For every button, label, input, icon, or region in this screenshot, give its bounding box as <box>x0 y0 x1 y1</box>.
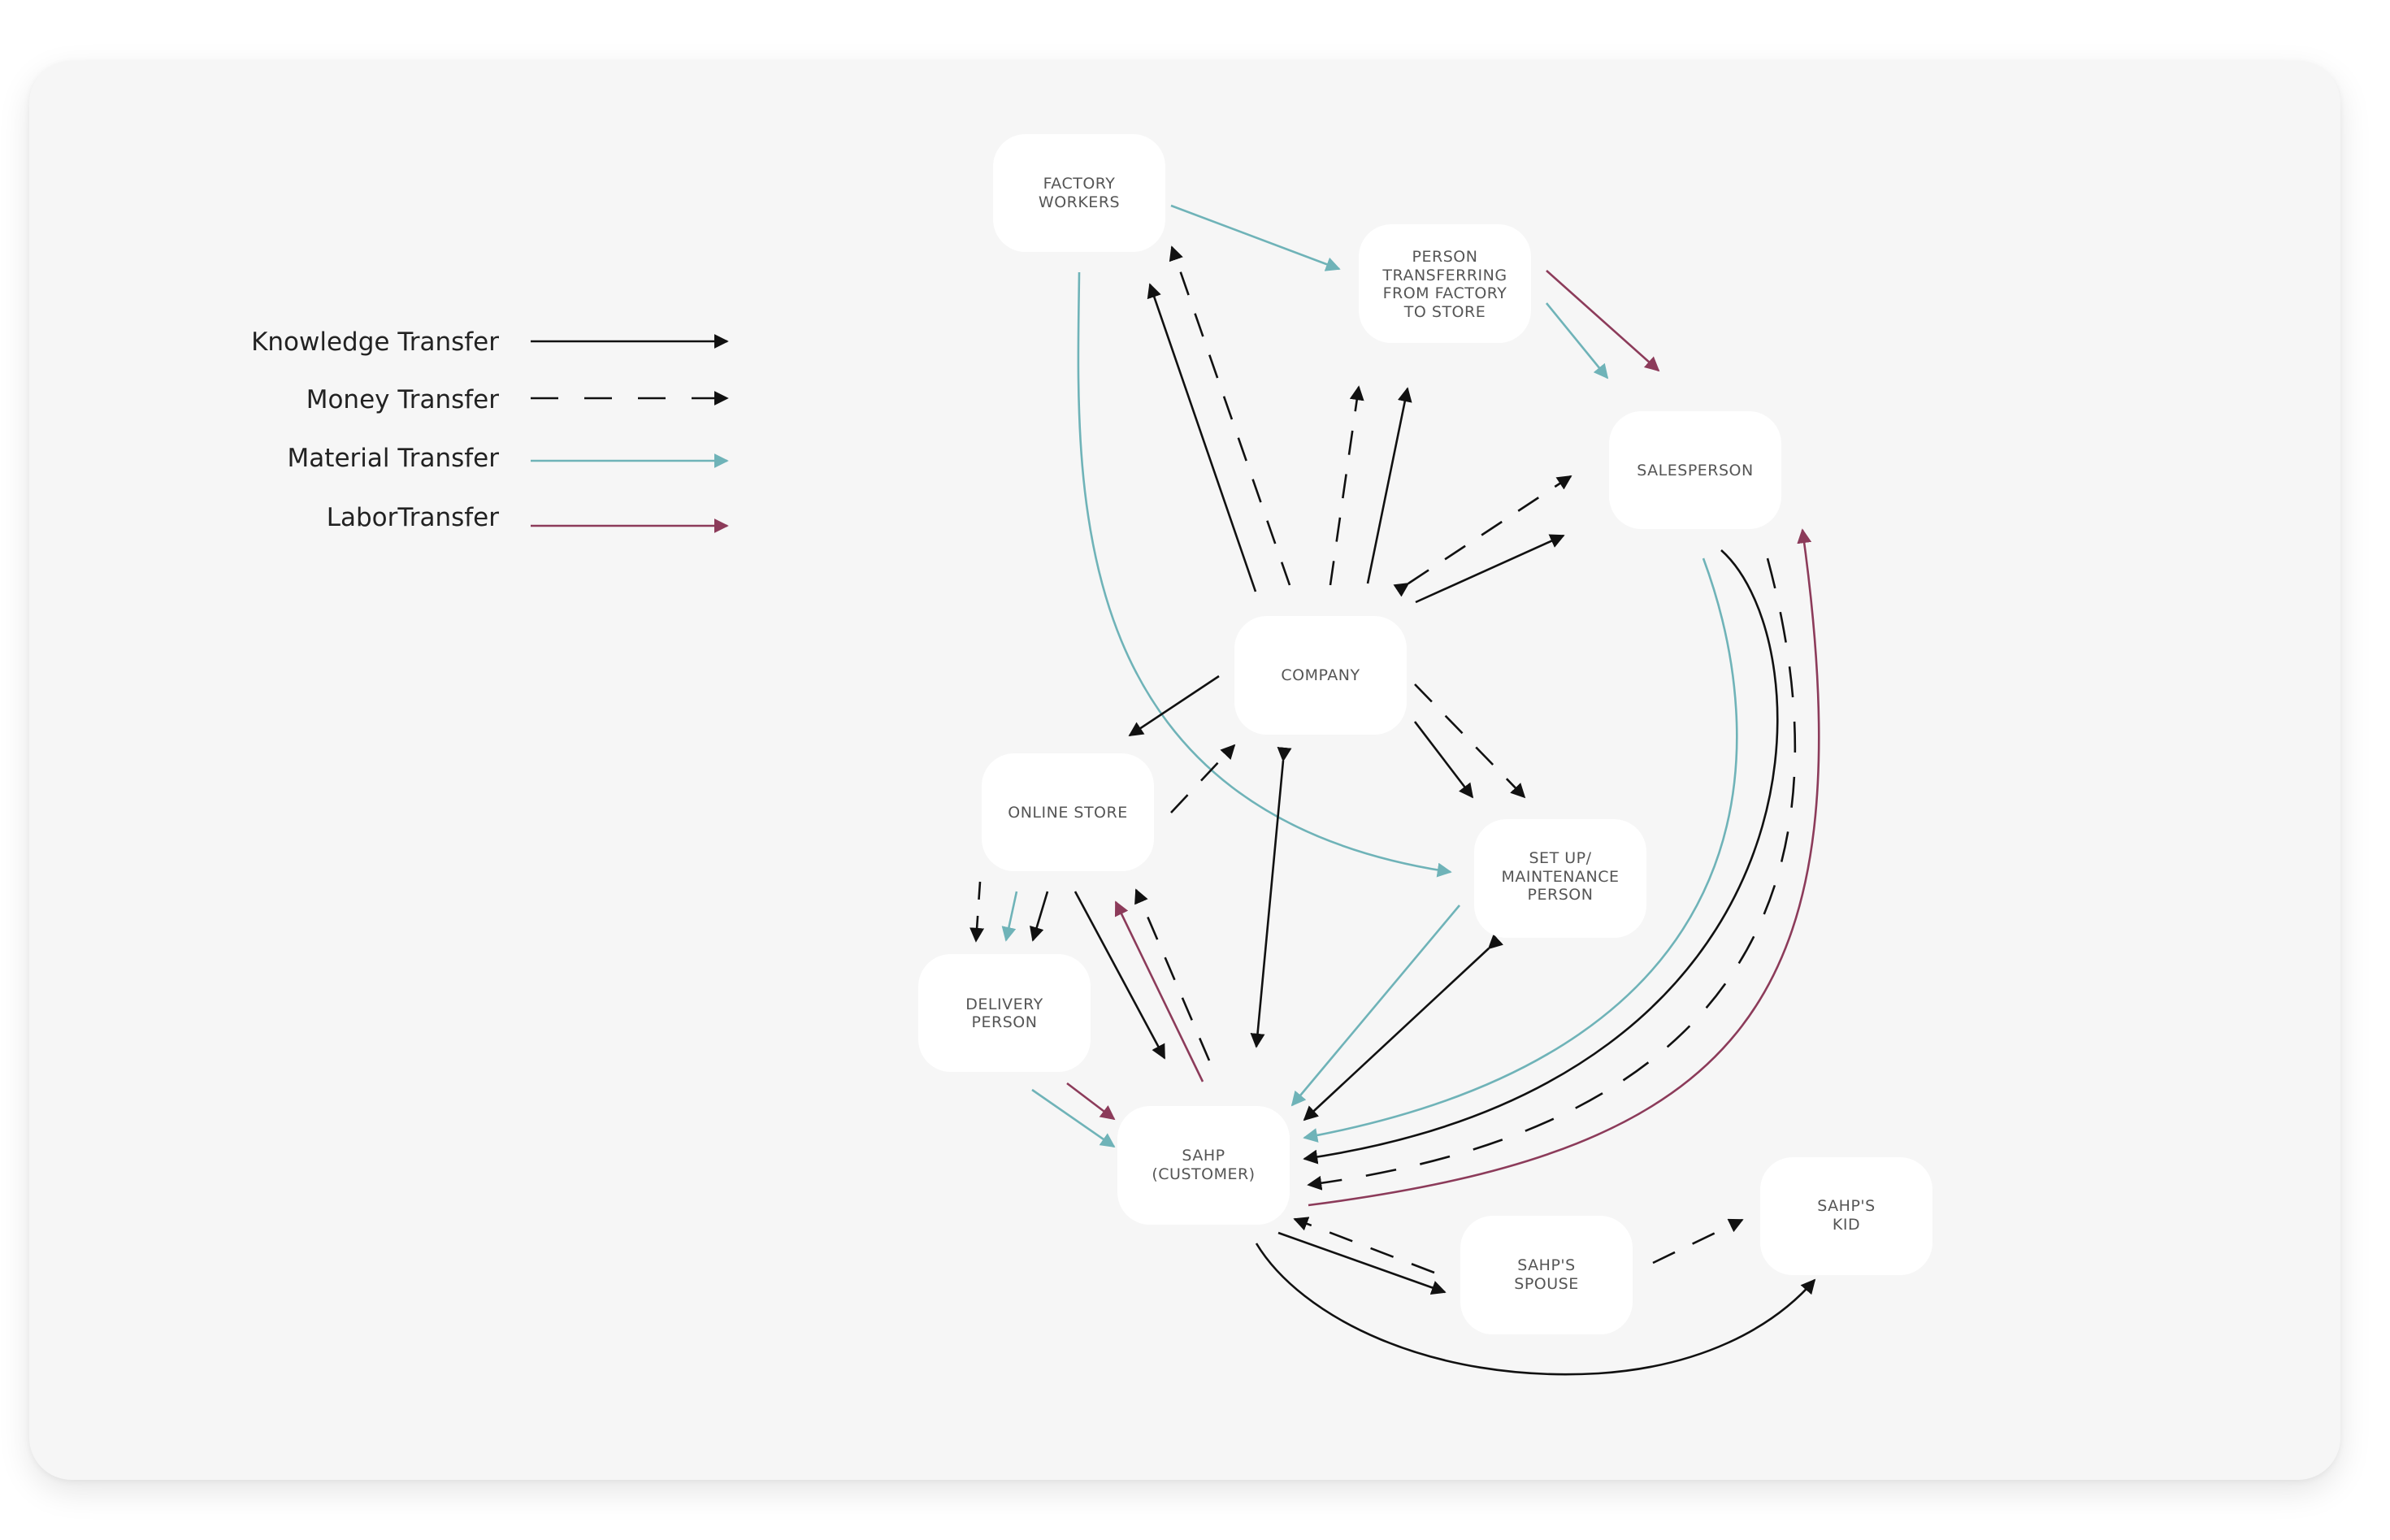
edge-sahp-to-online-money <box>1134 888 1211 1061</box>
legend-label-money: Money Transfer <box>306 385 500 414</box>
edge-salesperson-company-money <box>1393 475 1572 597</box>
node-sahps-kid: SAHP'S KID <box>1760 1157 1932 1275</box>
node-online-store: ONLINE STORE <box>982 753 1154 871</box>
legend-item-material: Material Transfer <box>288 444 729 473</box>
node-sahp-line-1: SAHP <box>1182 1147 1225 1165</box>
node-transfer-line-3: FROM FACTORY <box>1383 284 1507 302</box>
legend-label-labor: LaborTransfer <box>327 503 500 532</box>
node-salesperson: SALESPERSON <box>1609 411 1781 529</box>
node-spouse-line-1: SAHP'S <box>1517 1256 1575 1274</box>
node-sahp-customer: SAHP (CUSTOMER) <box>1117 1106 1290 1225</box>
node-setup-line-1: SET UP/ <box>1529 849 1592 867</box>
edge-company-to-transfer-knowledge <box>1366 387 1412 584</box>
legend: Knowledge Transfer Money Transfer Materi… <box>251 328 729 533</box>
legend-item-knowledge: Knowledge Transfer <box>251 328 729 357</box>
edge-online-to-delivery-knowledge <box>1030 891 1049 942</box>
node-factory-workers: FACTORY WORKERS <box>993 134 1165 252</box>
edge-company-to-setup-knowledge <box>1413 721 1474 799</box>
node-sahps-spouse: SAHP'S SPOUSE <box>1460 1216 1633 1334</box>
legend-label-material: Material Transfer <box>288 444 500 473</box>
edge-spouse-to-kid-money <box>1652 1218 1744 1265</box>
node-factory-line-2: WORKERS <box>1039 193 1120 211</box>
node-delivery-person: DELIVERY PERSON <box>918 954 1091 1072</box>
node-factory-line-1: FACTORY <box>1043 175 1116 193</box>
node-setup-maintenance: SET UP/ MAINTENANCE PERSON <box>1474 819 1646 938</box>
edge-company-to-salesperson-knowledge <box>1415 534 1565 604</box>
edge-delivery-to-sahp-material <box>1031 1088 1116 1148</box>
edge-factory-to-transfer-material <box>1170 204 1341 271</box>
edge-online-to-delivery-material <box>1001 891 1018 942</box>
edge-company-to-factory-money <box>1169 245 1291 586</box>
legend-label-knowledge: Knowledge Transfer <box>251 328 499 357</box>
legend-item-money: Money Transfer <box>306 385 729 414</box>
edge-company-to-transfer-money <box>1329 385 1364 586</box>
node-sahp-line-2: (CUSTOMER) <box>1152 1165 1255 1183</box>
edge-online-to-delivery-money <box>969 881 985 943</box>
node-setup-line-2: MAINTENANCE <box>1501 868 1619 886</box>
edge-company-to-factory-knowledge <box>1147 283 1257 592</box>
node-delivery-line-1: DELIVERY <box>965 996 1043 1013</box>
flow-diagram: Knowledge Transfer Money Transfer Materi… <box>251 134 1932 1376</box>
node-salesperson-line-1: SALESPERSON <box>1637 462 1753 479</box>
edge-online-to-company-money <box>1170 744 1236 813</box>
edge-transfer-to-salesperson-labor <box>1546 270 1660 372</box>
edge-company-to-setup-money <box>1414 683 1526 799</box>
node-setup-line-3: PERSON <box>1528 886 1594 904</box>
node-transfer-line-1: PERSON <box>1412 248 1478 266</box>
node-transfer-line-4: TO STORE <box>1403 303 1486 321</box>
node-transfer-line-2: TRANSFERRING <box>1382 267 1507 284</box>
node-kid-line-2: KID <box>1833 1216 1860 1234</box>
node-company-line-1: COMPANY <box>1281 666 1360 684</box>
node-spouse-line-2: SPOUSE <box>1514 1275 1578 1293</box>
edge-sahp-to-spouse-knowledge <box>1277 1231 1447 1295</box>
node-person-transferring: PERSON TRANSFERRING FROM FACTORY TO STOR… <box>1359 224 1531 343</box>
edge-setup-to-sahp-material <box>1290 904 1460 1107</box>
node-kid-line-1: SAHP'S <box>1817 1197 1875 1215</box>
legend-item-labor: LaborTransfer <box>327 503 729 533</box>
edge-delivery-to-sahp-labor <box>1066 1082 1116 1121</box>
edge-company-sahp-knowledge <box>1250 747 1292 1048</box>
node-online-line-1: ONLINE STORE <box>1008 804 1127 822</box>
node-company: COMPANY <box>1234 616 1407 735</box>
edge-transfer-to-salesperson-material <box>1545 302 1609 380</box>
node-delivery-line-2: PERSON <box>972 1013 1038 1031</box>
